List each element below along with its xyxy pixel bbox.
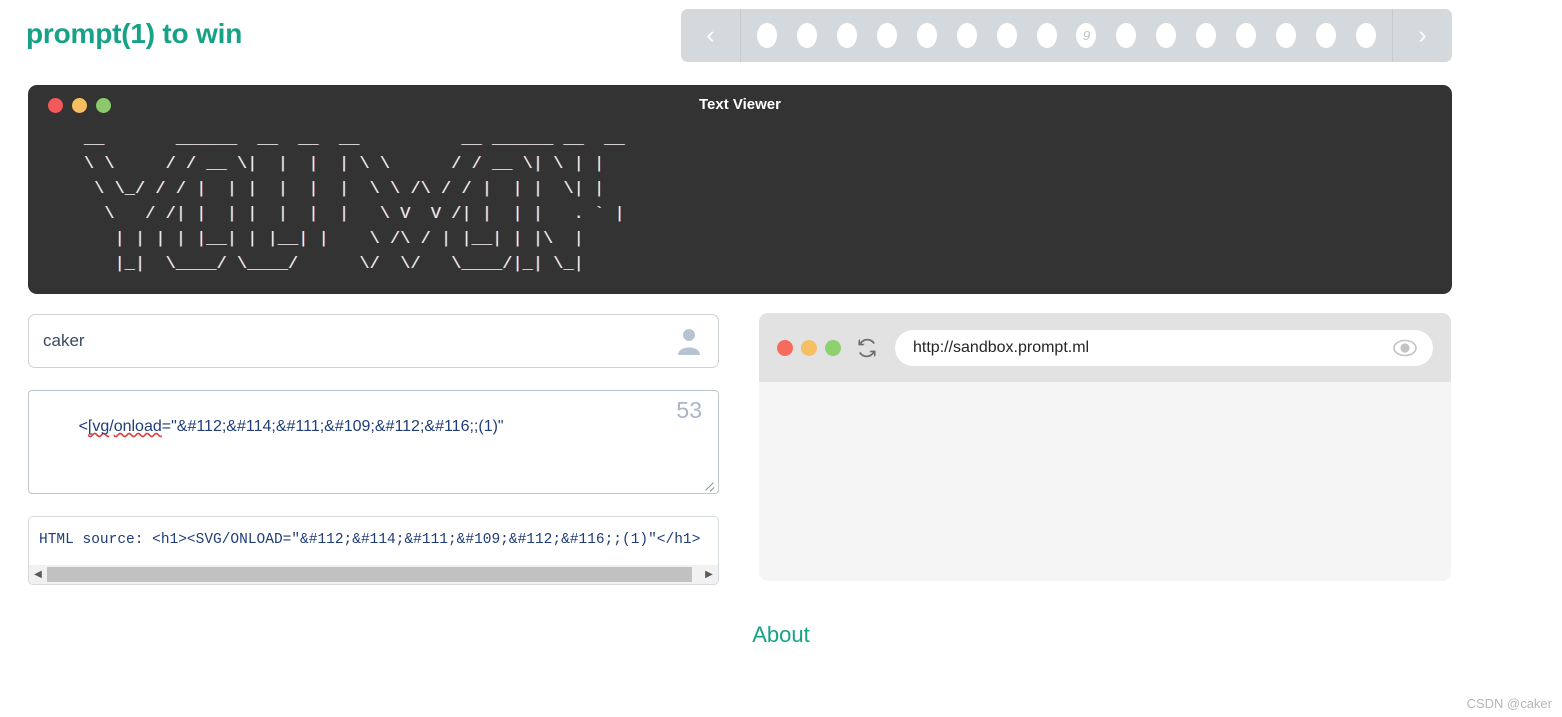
pagination-dot-8[interactable] [1036, 23, 1057, 48]
pagination-dot-9[interactable]: 9 [1076, 23, 1097, 48]
pagination-dot-13[interactable] [1236, 23, 1257, 48]
pagination-dot-11[interactable] [1156, 23, 1177, 48]
payload-form: <[vg/onload="&#112;&#114;&#111;&#109;&#1… [28, 314, 719, 585]
pagination-dot-15[interactable] [1316, 23, 1337, 48]
payload-attr-name: onload [113, 418, 162, 435]
page-root: prompt(1) to win ‹ 9 › Text Viewer __ __… [0, 0, 1562, 717]
html-source-text: HTML source: <h1><SVG/ONLOAD="&#112;&#11… [39, 532, 701, 548]
browser-maximize-button[interactable] [825, 339, 841, 356]
payload-tag-name: [vg [87, 418, 110, 435]
pagination-dot-16[interactable] [1356, 23, 1377, 48]
html-source-scrollbar[interactable]: ◀ ▶ [29, 565, 718, 584]
pagination-dot-5[interactable] [916, 23, 937, 48]
text-viewer-titlebar: Text Viewer [28, 85, 1452, 127]
url-bar [895, 329, 1433, 366]
browser-close-button[interactable] [777, 339, 793, 356]
url-input[interactable] [895, 330, 1355, 365]
text-viewer-title: Text Viewer [699, 96, 781, 113]
browser-minimize-button[interactable] [801, 339, 817, 356]
textarea-resize-handle[interactable] [702, 477, 716, 491]
sandbox-browser-window [759, 313, 1451, 581]
payload-textarea-text: <[vg/onload="&#112;&#114;&#111;&#109;&#1… [43, 400, 643, 454]
name-field-wrapper [28, 314, 719, 368]
character-counter: 53 [676, 397, 702, 423]
pagination-prev-button[interactable]: ‹ [681, 9, 741, 62]
payload-rest: ="&#112;&#114;&#111;&#109;&#112;&#116;;(… [161, 418, 504, 435]
pagination-dot-6[interactable] [956, 23, 977, 48]
watermark: CSDN @caker [1466, 696, 1552, 711]
pagination-dot-14[interactable] [1276, 23, 1297, 48]
page-header: prompt(1) to win ‹ 9 › [0, 0, 1562, 72]
scroll-left-button[interactable]: ◀ [29, 565, 47, 584]
user-icon [678, 329, 700, 355]
scrollbar-thumb[interactable] [47, 567, 692, 582]
scroll-right-button[interactable]: ▶ [700, 565, 718, 584]
pagination-dots: 9 [741, 9, 1392, 62]
pagination-dot-4[interactable] [876, 23, 897, 48]
page-title: prompt(1) to win [26, 18, 243, 49]
scrollbar-track[interactable] [47, 565, 700, 584]
pagination-next-button[interactable]: › [1392, 9, 1452, 62]
eye-icon[interactable] [1393, 337, 1417, 359]
browser-viewport [759, 382, 1451, 581]
refresh-icon[interactable] [855, 336, 879, 360]
name-input[interactable] [29, 315, 669, 367]
browser-toolbar [759, 313, 1451, 382]
payload-textarea-wrapper[interactable]: <[vg/onload="&#112;&#114;&#111;&#109;&#1… [28, 390, 719, 494]
text-viewer-window: Text Viewer __ ______ __ __ __ __ ______… [28, 85, 1452, 294]
payload-open-bracket: < [78, 418, 88, 435]
browser-window-controls [777, 339, 841, 356]
pagination-dot-1[interactable] [756, 23, 777, 48]
pagination-dot-2[interactable] [796, 23, 817, 48]
pagination-dot-7[interactable] [996, 23, 1017, 48]
level-pagination: ‹ 9 › [681, 9, 1452, 62]
pagination-dot-10[interactable] [1116, 23, 1137, 48]
chevron-left-icon: ‹ [706, 21, 715, 49]
chevron-right-icon: › [1418, 21, 1427, 49]
html-source-box: HTML source: <h1><SVG/ONLOAD="&#112;&#11… [28, 516, 719, 585]
about-link[interactable]: About [0, 622, 1562, 648]
pagination-dot-12[interactable] [1196, 23, 1217, 48]
pagination-dot-3[interactable] [836, 23, 857, 48]
ascii-art-you-win: __ ______ __ __ __ __ ______ __ __ \ \ /… [84, 130, 625, 274]
